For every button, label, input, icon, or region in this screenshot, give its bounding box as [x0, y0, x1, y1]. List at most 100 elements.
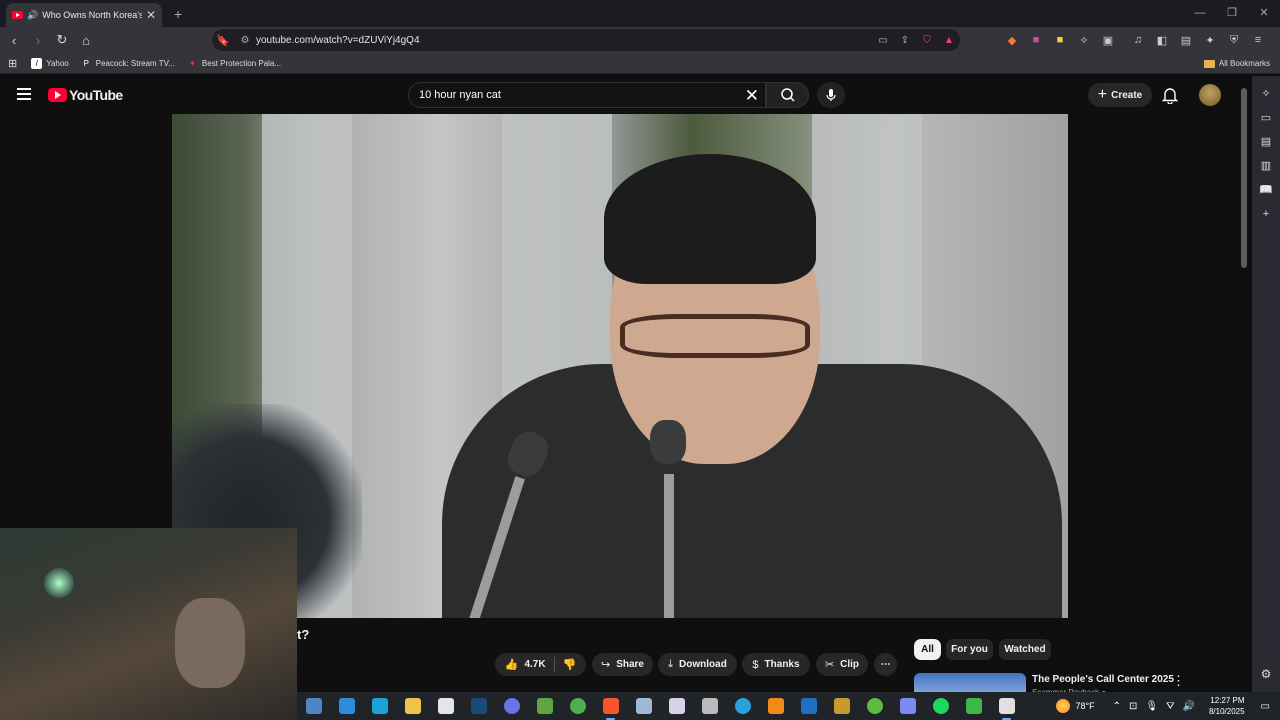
browser-tab[interactable]: 🔊 Who Owns North Korea's Ste ✕ [6, 3, 162, 27]
like-icon[interactable]: 👍 [505, 658, 519, 671]
steam-app-icon[interactable] [462, 698, 495, 714]
discord-app-icon[interactable] [495, 698, 528, 714]
clip-button[interactable]: ✂ Clip [816, 653, 868, 676]
brave-rewards-icon[interactable]: ▲ [938, 35, 960, 46]
all-bookmarks[interactable]: All Bookmarks [1203, 53, 1270, 74]
clock[interactable]: 12:27 PM 8/10/2025 [1209, 695, 1245, 717]
chip-watched[interactable]: Watched [999, 639, 1051, 660]
sidebar-settings-icon[interactable]: ⚙ [1261, 662, 1272, 686]
xbox-app-icon[interactable] [858, 698, 891, 714]
thanks-button[interactable]: $ Thanks [742, 653, 810, 676]
calculator-app-icon[interactable] [429, 698, 462, 714]
outlook-app-icon[interactable] [792, 698, 825, 714]
site-info-icon[interactable]: ⚙ [234, 35, 256, 46]
notifications-bell-icon[interactable] [1162, 86, 1178, 104]
leo-sidebar-icon[interactable]: ✧ [1261, 82, 1270, 106]
show-hidden-icons-icon[interactable]: ⌃ [1113, 701, 1121, 712]
like-count[interactable]: 4.7K [524, 659, 545, 670]
bookmark-icon[interactable]: 🔖 [212, 34, 234, 47]
share-button[interactable]: ↪ Share [592, 653, 653, 676]
share-icon[interactable]: ⇪ [894, 35, 916, 46]
url-text[interactable]: youtube.com/watch?v=dZUViYj4gQ4 [256, 35, 872, 46]
search-button[interactable] [766, 82, 809, 108]
volume-icon[interactable]: 🔊 [1183, 701, 1195, 712]
extension-box-icon[interactable]: ■ [1024, 34, 1048, 46]
minimize-button[interactable]: — [1184, 0, 1216, 27]
microphone-tray-icon[interactable]: 🎙 [1145, 701, 1158, 712]
voice-search-button[interactable] [817, 82, 845, 108]
shield-app-icon[interactable] [957, 698, 990, 714]
media-icon[interactable]: ♫ [1126, 34, 1150, 46]
chip-for-you[interactable]: For you [946, 639, 993, 660]
copilot-app-icon[interactable] [891, 698, 924, 714]
chip-all[interactable]: All [914, 639, 941, 660]
bookmark-peacock[interactable]: P Peacock: Stream TV... [81, 58, 175, 69]
dislike-icon[interactable]: 👎 [563, 658, 577, 671]
download-button[interactable]: ⤓ Download [658, 653, 737, 676]
back-icon[interactable]: ‹ [4, 33, 24, 48]
wallet-icon[interactable]: ▤ [1174, 34, 1198, 47]
tabs-sidebar-icon[interactable]: ▭ [1261, 106, 1271, 130]
restore-button[interactable]: ❐ [1216, 0, 1248, 27]
extension-fox-icon[interactable]: ◆ [1000, 34, 1024, 47]
notes-app-icon[interactable] [627, 698, 660, 714]
edge-app-icon[interactable] [363, 698, 396, 714]
audio-playing-icon[interactable]: 🔊 [27, 10, 38, 21]
notifications-icon[interactable]: ▭ [1261, 701, 1270, 712]
apps-grid-icon[interactable]: ⊞ [8, 57, 17, 70]
wallet-sidebar-icon[interactable]: ▤ [1261, 130, 1271, 154]
recommendation-more-icon[interactable]: ⋮ [1172, 673, 1185, 689]
spotify-app-icon[interactable] [924, 698, 957, 714]
file-explorer-app-icon[interactable] [396, 698, 429, 714]
add-sidebar-icon[interactable]: + [1263, 202, 1269, 226]
clear-search-icon[interactable]: ✕ [745, 86, 759, 106]
create-button[interactable]: + Create [1088, 83, 1152, 107]
system-tray: 78°F ⌃ ⊡ 🎙 ⛛ 🔊 12:27 PM 8/10/2025 ▭ [1055, 692, 1280, 720]
bookmarks-sidebar-icon[interactable]: ▥ [1261, 154, 1271, 178]
search-input[interactable] [419, 89, 739, 101]
vscode-app-icon[interactable] [330, 698, 363, 714]
new-tab-button[interactable]: + [174, 6, 182, 22]
youtube-logo[interactable]: YouTube [48, 87, 123, 103]
download-icon: ⤓ [668, 658, 674, 670]
device-icon[interactable]: ⊡ [1129, 701, 1137, 712]
vlc-app-icon[interactable] [759, 698, 792, 714]
menu-icon[interactable]: ≡ [1246, 34, 1270, 46]
telegram-app-icon[interactable] [726, 698, 759, 714]
video-player[interactable] [172, 114, 1068, 618]
reading-list-icon[interactable]: 📖 [1259, 178, 1273, 202]
weather-icon[interactable] [1055, 699, 1070, 713]
paint-app-icon[interactable] [660, 698, 693, 714]
brave-shield-icon[interactable]: ⛉ [916, 35, 938, 46]
sidebar-toggle-icon[interactable]: ◧ [1150, 34, 1174, 47]
bookmark-protection[interactable]: ✦ Best Protection Pala... [187, 58, 281, 69]
close-window-button[interactable]: ✕ [1248, 0, 1280, 27]
close-tab-icon[interactable]: ✕ [146, 8, 156, 22]
recommendation-title[interactable]: The People's Call Center 2025 [1032, 674, 1174, 685]
bookmark-yahoo[interactable]: / Yahoo [31, 57, 69, 69]
calc2-app-icon[interactable] [693, 698, 726, 714]
screenshot-icon[interactable]: ▣ [1096, 34, 1120, 47]
more-actions-button[interactable]: ⋯ [874, 653, 897, 676]
account-avatar[interactable] [1199, 84, 1221, 106]
minecraft-app-icon[interactable] [528, 698, 561, 714]
home-icon[interactable]: ⌂ [76, 33, 96, 48]
temperature[interactable]: 78°F [1076, 701, 1095, 711]
extensions-puzzle-icon[interactable]: ✧ [1072, 34, 1096, 47]
reload-icon[interactable]: ↻ [52, 32, 72, 48]
settings-app-icon[interactable] [990, 698, 1023, 720]
cast-icon[interactable]: ▭ [872, 35, 894, 46]
chrome-app-icon[interactable] [561, 698, 594, 714]
forward-icon[interactable]: › [28, 33, 48, 48]
network-icon[interactable]: ⛛ [1166, 701, 1174, 712]
notepad-app-icon[interactable] [297, 698, 330, 714]
leo-ai-icon[interactable]: ✦ [1198, 34, 1222, 47]
vpn-icon[interactable]: ⛨ [1222, 34, 1246, 47]
guide-menu-icon[interactable] [17, 88, 31, 100]
wow-app-icon[interactable] [825, 698, 858, 714]
page-scrollbar[interactable] [1241, 88, 1247, 268]
brave-app-icon[interactable] [594, 698, 627, 720]
address-bar[interactable]: 🔖 ⚙ youtube.com/watch?v=dZUViYj4gQ4 ▭ ⇪ … [212, 29, 960, 51]
extension-b-icon[interactable]: ■ [1048, 34, 1072, 46]
share-arrow-icon: ↪ [600, 659, 611, 671]
